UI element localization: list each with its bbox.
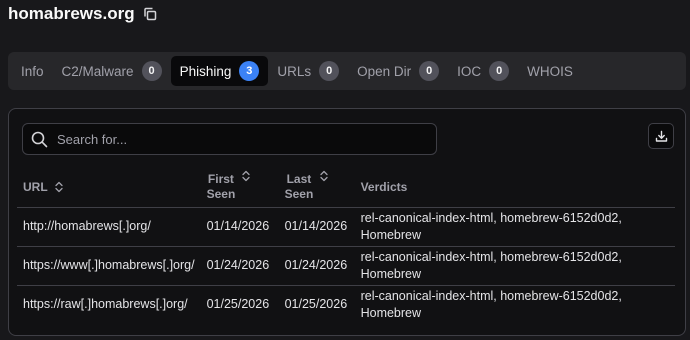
tab-bar: Info C2/Malware 0 Phishing 3 URLs 0 Open…: [8, 52, 686, 90]
column-header-label: First: [207, 171, 234, 186]
tab-label: IOC: [457, 63, 482, 79]
tab-phishing[interactable]: Phishing 3: [170, 56, 269, 86]
column-header-url[interactable]: URL: [17, 167, 201, 207]
tab-label: URLs: [277, 63, 312, 79]
column-header-label: URL: [23, 179, 48, 194]
count-badge: 0: [419, 61, 440, 81]
sort-icon: [241, 170, 251, 182]
table-row: http://homabrews[.]org/ 01/14/2026 01/14…: [17, 206, 675, 246]
search-box[interactable]: [22, 123, 437, 155]
count-badge: 0: [141, 61, 162, 81]
cell-first-seen: 01/24/2026: [200, 245, 279, 285]
tab-whois[interactable]: WHOIS: [518, 56, 582, 86]
cell-verdicts: rel-canonical-index-html, homebrew-6152d…: [354, 245, 675, 285]
download-button[interactable]: [648, 123, 674, 149]
table-header-row: URL First Seen Last Seen Verdicts: [17, 167, 675, 207]
cell-first-seen: 01/14/2026: [200, 206, 279, 246]
verdict-line: rel-canonical-index-html, homebrew-6152d…: [360, 288, 622, 303]
domain-title: homabrews.org: [8, 4, 135, 23]
download-icon: [655, 130, 668, 143]
tab-label: Open Dir: [357, 63, 412, 79]
verdict-line: Homebrew: [360, 266, 422, 281]
tab-open-dir[interactable]: Open Dir 0: [348, 56, 448, 86]
tab-label: C2/Malware: [61, 63, 134, 79]
search-icon: [31, 131, 48, 148]
count-badge: 0: [319, 61, 340, 81]
cell-last-seen: 01/25/2026: [278, 284, 355, 324]
copy-icon[interactable]: [143, 7, 157, 21]
cell-url: https://www[.]homabrews[.]org/: [17, 245, 201, 285]
cell-url: http://homabrews[.]org/: [17, 206, 201, 246]
column-header-verdicts: Verdicts: [355, 167, 675, 207]
table-row: https://www[.]homabrews[.]org/ 01/24/202…: [17, 245, 675, 285]
verdict-line: Homebrew: [360, 305, 422, 320]
cell-url: https://raw[.]homabrews[.]org/: [17, 284, 201, 324]
tab-c2-malware[interactable]: C2/Malware 0: [53, 56, 171, 86]
results-panel: URL First Seen: [8, 108, 686, 336]
column-header-first-seen[interactable]: First Seen: [201, 167, 279, 207]
results-table: URL First Seen Last Seen Verdicts http:/…: [17, 167, 675, 324]
tab-ioc[interactable]: IOC 0: [448, 56, 518, 86]
tab-info[interactable]: Info: [12, 56, 53, 86]
verdict-line: rel-canonical-index-html, homebrew-6152d…: [360, 249, 622, 264]
column-header-label: Verdicts: [360, 179, 408, 194]
cell-first-seen: 01/25/2026: [200, 284, 279, 324]
page-header: homabrews.org: [8, 2, 157, 26]
column-header-label: Last: [286, 171, 312, 186]
count-badge: 0: [489, 61, 510, 81]
verdict-line: rel-canonical-index-html, homebrew-6152d…: [360, 210, 622, 225]
sort-icon: [54, 181, 64, 193]
cell-last-seen: 01/14/2026: [278, 206, 355, 246]
column-header-label: Seen: [284, 186, 314, 201]
count-badge: 3: [239, 61, 260, 81]
tab-label: Phishing: [179, 63, 232, 79]
verdict-line: Homebrew: [360, 227, 422, 242]
tab-label: Info: [21, 63, 44, 79]
table-row: https://raw[.]homabrews[.]org/ 01/25/202…: [17, 284, 675, 324]
tab-label: WHOIS: [527, 63, 573, 79]
column-header-label: Seen: [206, 186, 236, 201]
cell-verdicts: rel-canonical-index-html, homebrew-6152d…: [354, 284, 675, 324]
column-header-last-seen[interactable]: Last Seen: [279, 167, 355, 207]
cell-last-seen: 01/24/2026: [278, 245, 355, 285]
sort-icon: [319, 170, 329, 182]
search-input[interactable]: [57, 131, 417, 147]
tab-urls[interactable]: URLs 0: [268, 56, 348, 86]
cell-verdicts: rel-canonical-index-html, homebrew-6152d…: [354, 206, 675, 246]
